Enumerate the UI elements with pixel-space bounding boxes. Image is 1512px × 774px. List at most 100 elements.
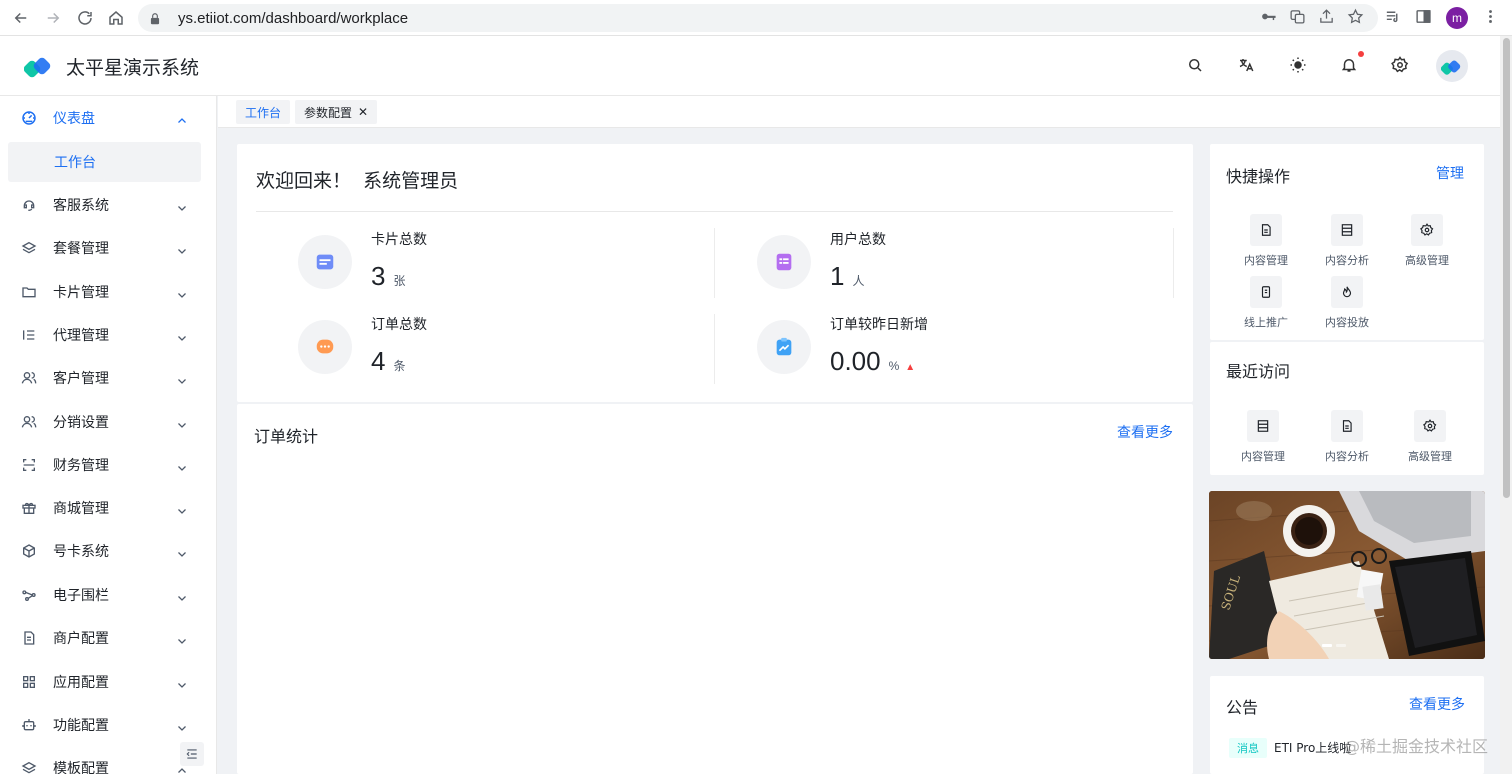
scrollbar-thumb[interactable]: [1503, 38, 1510, 498]
media-icon[interactable]: [1384, 8, 1401, 29]
tab-params[interactable]: 参数配置 ✕: [295, 100, 378, 124]
stat-card-total: 卡片总数 3张: [298, 229, 718, 299]
language-icon[interactable]: [1237, 56, 1257, 76]
close-icon[interactable]: ✕: [358, 105, 368, 119]
chevron-down-icon: [176, 502, 188, 514]
recent-content-analysis[interactable]: 内容分析: [1317, 410, 1377, 464]
view-more-link[interactable]: 查看更多: [1117, 422, 1173, 442]
chat-bubble-icon: [298, 320, 352, 374]
quick-action-content-manage[interactable]: 内容管理: [1236, 214, 1296, 268]
stat-order-growth: 订单较昨日新增 0.00% ▲: [757, 314, 1177, 384]
manage-link[interactable]: 管理: [1436, 163, 1464, 183]
sidebar-item-customer-service[interactable]: 客服系统: [0, 185, 216, 225]
folder-icon: [21, 284, 37, 300]
gear-icon[interactable]: [1391, 56, 1411, 76]
trend-chart-icon: [757, 320, 811, 374]
share-icon[interactable]: [1318, 8, 1335, 29]
layers-icon: [21, 240, 37, 256]
back-icon[interactable]: [5, 0, 37, 36]
bookmark-star-icon[interactable]: [1347, 8, 1364, 29]
user-list-icon: [757, 235, 811, 289]
sidebar-item-finance[interactable]: 财务管理: [0, 445, 216, 485]
stat-value: 3张: [371, 261, 406, 291]
chevron-down-icon: [176, 459, 188, 471]
sidebar-item-shop[interactable]: 商城管理: [0, 488, 216, 528]
sidebar-item-feature-config[interactable]: 功能配置: [0, 705, 216, 745]
fire-icon: [1331, 276, 1363, 308]
quick-action-content-delivery[interactable]: 内容投放: [1317, 276, 1377, 330]
recent-content-manage[interactable]: 内容管理: [1233, 410, 1293, 464]
collapse-sidebar-button[interactable]: [180, 742, 204, 766]
sidebar-subitem-workplace[interactable]: 工作台: [8, 142, 201, 182]
file-icon: [21, 630, 37, 646]
key-icon[interactable]: [1260, 8, 1277, 29]
app-logo: [23, 53, 54, 79]
notification-dot: [1358, 51, 1364, 57]
page-scrollbar[interactable]: [1500, 36, 1512, 774]
stat-value: 0.00% ▲: [830, 346, 916, 376]
notice-card: 公告 查看更多 消息 ETI Pro上线啦: [1210, 676, 1484, 774]
sidebar-item-plans[interactable]: 套餐管理: [0, 228, 216, 268]
list-icon: [21, 327, 37, 343]
sidebar-item-app-config[interactable]: 应用配置: [0, 662, 216, 702]
divider: [714, 228, 715, 298]
notice-item-text[interactable]: ETI Pro上线啦: [1274, 739, 1351, 756]
chevron-down-icon: [176, 719, 188, 731]
tabs-bar: 工作台 参数配置 ✕: [218, 96, 1500, 128]
chevron-down-icon: [176, 676, 188, 688]
stat-order-total: 订单总数 4条: [298, 314, 718, 384]
document-icon: [1331, 410, 1363, 442]
gear-icon: [1411, 214, 1443, 246]
chevron-down-icon: [176, 632, 188, 644]
chevron-down-icon: [176, 199, 188, 211]
divider: [256, 211, 1173, 212]
side-panel-icon[interactable]: [1415, 8, 1432, 29]
headset-icon: [21, 197, 37, 213]
sidebar-item-distribution[interactable]: 分销设置: [0, 402, 216, 442]
address-bar[interactable]: ys.etiiot.com/dashboard/workplace: [138, 4, 1378, 32]
app-title: 太平星演示系统: [66, 57, 200, 79]
document-icon: [1250, 214, 1282, 246]
quick-action-content-analysis[interactable]: 内容分析: [1317, 214, 1377, 268]
welcome-title: 欢迎回来！ 系统管理员: [256, 170, 459, 192]
notice-view-more-link[interactable]: 查看更多: [1409, 694, 1465, 714]
sidebar-item-sim-cards[interactable]: 号卡系统: [0, 531, 216, 571]
welcome-card: 欢迎回来！ 系统管理员 卡片总数 3张 用户总数 1人 订单总数 4条 订单较昨…: [237, 144, 1193, 402]
profile-avatar[interactable]: m: [1446, 7, 1468, 29]
reload-icon[interactable]: [69, 0, 101, 36]
forward-icon[interactable]: [37, 0, 69, 36]
recent-advanced[interactable]: 高级管理: [1400, 410, 1460, 464]
stat-user-total: 用户总数 1人: [757, 229, 1177, 299]
sidebar-item-merchant[interactable]: 商户配置: [0, 618, 216, 658]
sidebar: 仪表盘 工作台 客服系统 套餐管理 卡片管理 代理管理 客户管理 分销设置 财务…: [0, 96, 217, 774]
chevron-up-icon: [176, 112, 188, 124]
home-icon[interactable]: [100, 0, 132, 36]
chevron-down-icon: [176, 242, 188, 254]
search-icon[interactable]: [1186, 56, 1206, 76]
recent-visits-title: 最近访问: [1226, 362, 1291, 381]
users-icon: [21, 370, 37, 386]
sidebar-item-dashboard[interactable]: 仪表盘: [0, 98, 216, 138]
bell-icon[interactable]: [1340, 51, 1364, 76]
lock-icon: [148, 11, 162, 25]
layers-icon: [21, 760, 37, 774]
banner-carousel[interactable]: SOUL: [1209, 491, 1485, 659]
translate-page-icon[interactable]: [1289, 8, 1306, 29]
chrome-menu-icon[interactable]: [1482, 8, 1499, 29]
sidebar-item-customers[interactable]: 客户管理: [0, 358, 216, 398]
table-icon: [1247, 410, 1279, 442]
theme-sun-icon[interactable]: [1289, 56, 1309, 76]
quick-action-advanced[interactable]: 高级管理: [1397, 214, 1457, 268]
table-icon: [1331, 214, 1363, 246]
sidebar-item-agents[interactable]: 代理管理: [0, 315, 216, 355]
user-avatar[interactable]: [1436, 50, 1468, 82]
quick-action-promotion[interactable]: 线上推广: [1236, 276, 1296, 330]
sidebar-item-cards[interactable]: 卡片管理: [0, 272, 216, 312]
url-text: ys.etiiot.com/dashboard/workplace: [178, 9, 409, 27]
chevron-down-icon: [176, 372, 188, 384]
sidebar-item-geofence[interactable]: 电子围栏: [0, 575, 216, 615]
tab-workplace[interactable]: 工作台: [236, 100, 291, 124]
robot-icon: [21, 717, 37, 733]
card-stack-icon: [298, 235, 352, 289]
chevron-down-icon: [176, 545, 188, 557]
